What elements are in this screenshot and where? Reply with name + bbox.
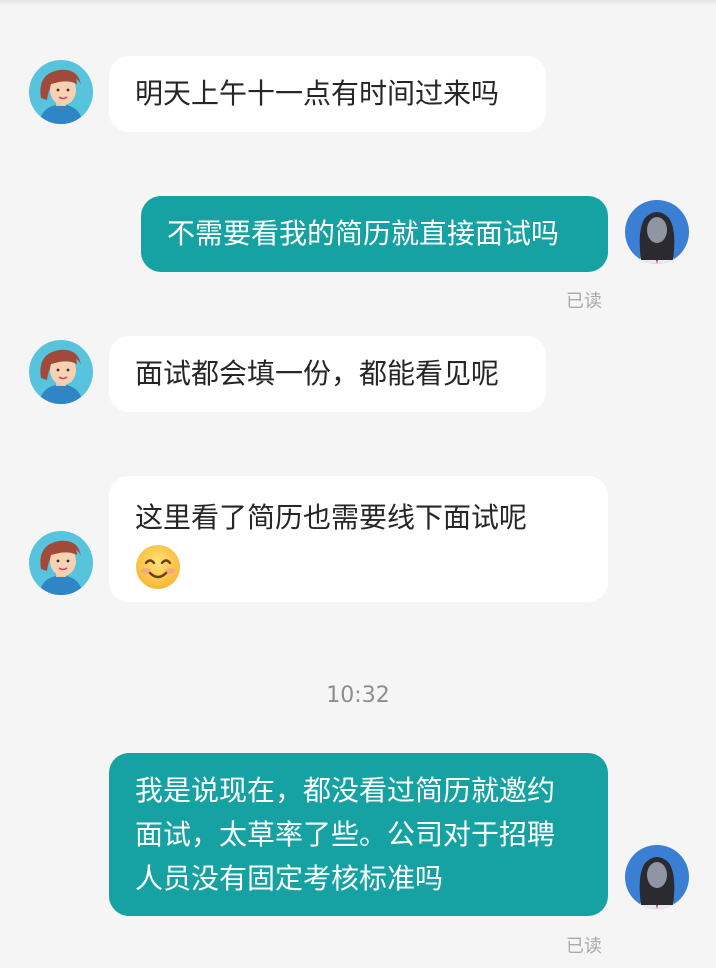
recruiter-avatar[interactable] [29, 340, 93, 404]
message-text: 面试都会填一份，都能看见呢 [135, 357, 500, 390]
read-status: 已读 [566, 291, 602, 312]
message-bubble-incoming[interactable]: 明天上午十一点有时间过来吗 [109, 56, 546, 132]
message-text: 这里看了简历也需要线下面试呢 [135, 501, 528, 534]
user-avatar[interactable] [625, 200, 689, 264]
message-bubble-outgoing[interactable]: 不需要看我的简历就直接面试吗 [141, 196, 608, 272]
smiling-face-emoji-icon [135, 544, 181, 590]
message-text: 明天上午十一点有时间过来吗 [135, 77, 500, 110]
recruiter-avatar[interactable] [29, 60, 93, 124]
read-status: 已读 [566, 936, 602, 957]
message-bubble-outgoing[interactable]: 我是说现在，都没看过简历就邀约面试，太草率了些。公司对于招聘人员没有固定考核标准… [109, 753, 608, 916]
chat-timestamp: 10:32 [326, 683, 390, 708]
message-bubble-incoming[interactable]: 这里看了简历也需要线下面试呢 [109, 476, 608, 602]
message-text: 不需要看我的简历就直接面试吗 [167, 217, 560, 250]
message-text: 我是说现在，都没看过简历就邀约面试，太草率了些。公司对于招聘人员没有固定考核标准… [135, 774, 556, 895]
recruiter-avatar[interactable] [29, 531, 93, 595]
message-bubble-incoming[interactable]: 面试都会填一份，都能看见呢 [109, 336, 546, 412]
user-avatar[interactable] [625, 845, 689, 909]
top-shadow [0, 0, 716, 6]
